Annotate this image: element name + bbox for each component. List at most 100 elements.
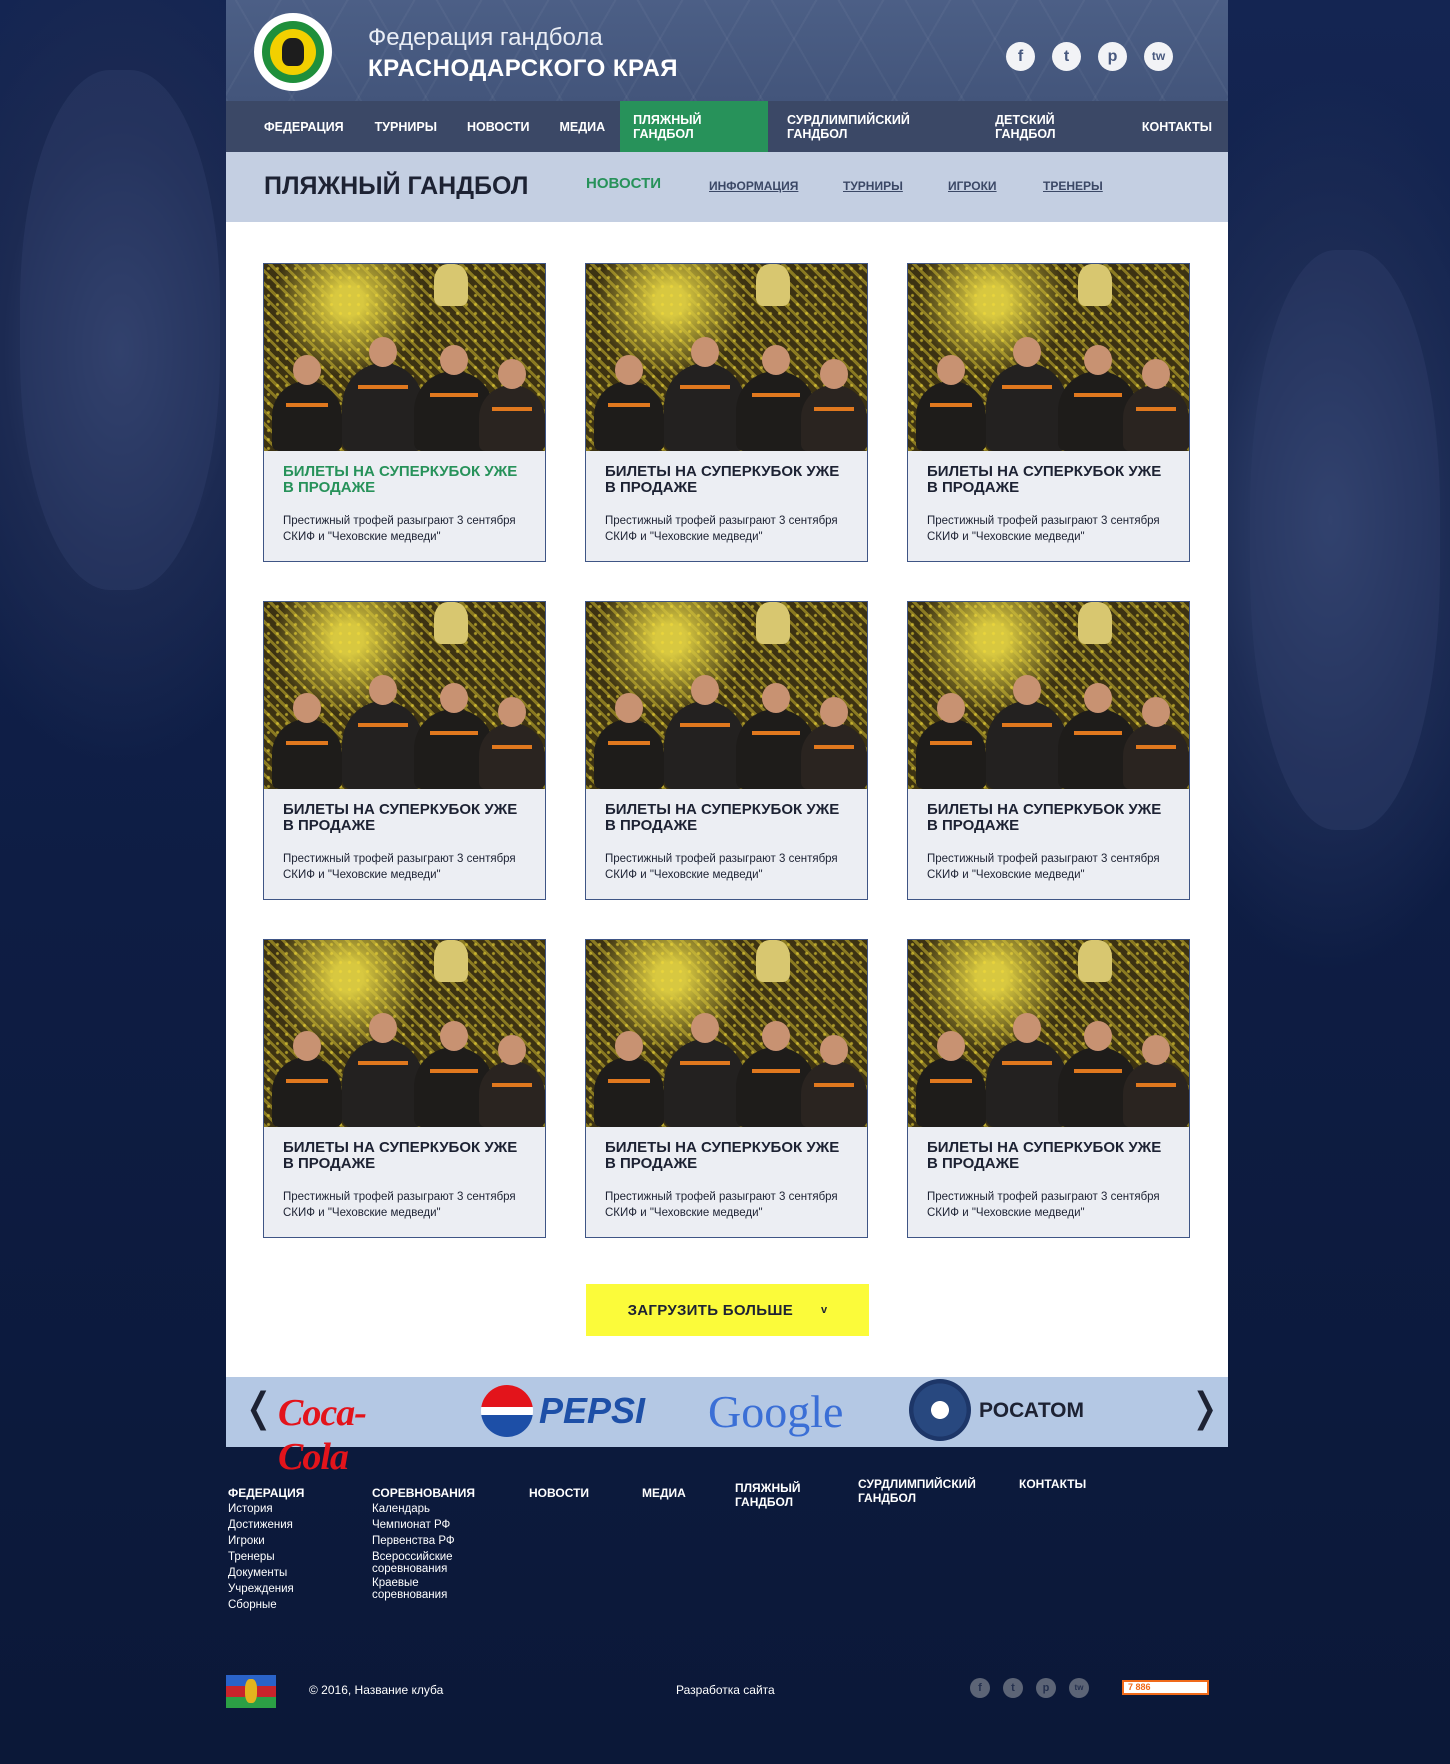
news-card[interactable]: БИЛЕТЫ НА СУПЕРКУБОК УЖЕ В ПРОДАЖЕ Прести…	[263, 939, 546, 1238]
news-description: Престижный трофей разыграют 3 сентября С…	[927, 853, 1160, 881]
federation-logo[interactable]	[254, 13, 332, 91]
section-title: ПЛЯЖНЫЙ ГАНДБОЛ	[264, 172, 529, 200]
footer-link[interactable]: Первенства РФ	[372, 1535, 472, 1547]
footer-link[interactable]: Игроки	[228, 1535, 328, 1547]
news-title[interactable]: БИЛЕТЫ НА СУПЕРКУБОК УЖЕ В ПРОДАЖЕ	[927, 464, 1175, 496]
footer-heading[interactable]: ФЕДЕРАЦИЯ	[228, 1486, 348, 1500]
nav-item-media[interactable]: МЕДИА	[545, 101, 621, 152]
footer-link[interactable]: Тренеры	[228, 1551, 328, 1563]
partners-carousel: ❬ Coca-Cola PEPSI Google РОСАТОМ ❭	[226, 1377, 1228, 1478]
subnav-coaches[interactable]: ТРЕНЕРЫ	[1043, 179, 1103, 193]
nav-item-news[interactable]: НОВОСТИ	[452, 101, 545, 152]
news-card[interactable]: БИЛЕТЫ НА СУПЕРКУБОК УЖЕ В ПРОДАЖЕ Прести…	[585, 263, 868, 562]
news-title[interactable]: БИЛЕТЫ НА СУПЕРКУБОК УЖЕ В ПРОДАЖЕ	[283, 1140, 531, 1172]
news-grid: ЗАГРУЗИТЬ БОЛЬШЕ v БИЛЕТЫ НА СУПЕРКУБОК …	[226, 222, 1228, 1377]
footer-link[interactable]: Календарь	[372, 1503, 472, 1515]
news-description: Престижный трофей разыграют 3 сентября С…	[605, 515, 838, 543]
news-photo[interactable]	[264, 940, 545, 1127]
footer-link[interactable]: Краевые соревнования	[372, 1577, 472, 1601]
news-title[interactable]: БИЛЕТЫ НА СУПЕРКУБОК УЖЕ В ПРОДАЖЕ	[605, 802, 853, 834]
footer-heading[interactable]: СОРЕВНОВАНИЯ	[372, 1486, 492, 1500]
footer-link[interactable]: Документы	[228, 1567, 328, 1579]
nav-item-beach-handball[interactable]: ПЛЯЖНЫЙ ГАНДБОЛ	[620, 101, 769, 152]
news-photo[interactable]	[586, 602, 867, 789]
footer-link[interactable]: Достижения	[228, 1519, 328, 1531]
tumblr-icon[interactable]: t	[1052, 42, 1081, 71]
news-card[interactable]: БИЛЕТЫ НА СУПЕРКУБОК УЖЕ В ПРОДАЖЕ Прести…	[907, 263, 1190, 562]
news-title[interactable]: БИЛЕТЫ НА СУПЕРКУБОК УЖЕ В ПРОДАЖЕ	[283, 464, 531, 496]
news-photo[interactable]	[908, 602, 1189, 789]
news-description: Престижный трофей разыграют 3 сентября С…	[927, 515, 1160, 543]
site-header: Федерация гандбола КРАСНОДАРСКОГО КРАЯ f…	[226, 0, 1228, 101]
player-silhouette-right	[1250, 250, 1440, 830]
footer-link[interactable]: Сборные	[228, 1599, 328, 1611]
partner-pepsi-logo[interactable]: PEPSI	[481, 1385, 681, 1439]
news-card[interactable]: БИЛЕТЫ НА СУПЕРКУБОК УЖЕ В ПРОДАЖЕ Прести…	[263, 601, 546, 900]
chevron-left-icon[interactable]: ❬	[242, 1385, 276, 1431]
footer-heading[interactable]: КОНТАКТЫ	[1019, 1477, 1119, 1491]
news-description: Престижный трофей разыграют 3 сентября С…	[283, 1191, 516, 1219]
nav-item-tournaments[interactable]: ТУРНИРЫ	[360, 101, 452, 152]
news-title[interactable]: БИЛЕТЫ НА СУПЕРКУБОК УЖЕ В ПРОДАЖЕ	[927, 1140, 1175, 1172]
partner-coca-cola-logo[interactable]: Coca-Cola	[278, 1391, 418, 1478]
news-photo[interactable]	[586, 940, 867, 1127]
load-more-button[interactable]: ЗАГРУЗИТЬ БОЛЬШЕ v	[586, 1284, 869, 1336]
footer-heading[interactable]: МЕДИА	[642, 1486, 722, 1500]
subnav-players[interactable]: ИГРОКИ	[948, 179, 997, 193]
section-subnav: ПЛЯЖНЫЙ ГАНДБОЛ НОВОСТИ ИНФОРМАЦИЯ ТУРНИ…	[226, 152, 1228, 222]
pepsi-globe-icon	[481, 1385, 533, 1437]
news-description: Престижный трофей разыграют 3 сентября С…	[927, 1191, 1160, 1219]
chevron-right-icon[interactable]: ❭	[1188, 1385, 1222, 1431]
news-description: Престижный трофей разыграют 3 сентября С…	[605, 853, 838, 881]
footer-heading[interactable]: НОВОСТИ	[529, 1486, 629, 1500]
news-card[interactable]: БИЛЕТЫ НА СУПЕРКУБОК УЖЕ В ПРОДАЖЕ Прести…	[585, 601, 868, 900]
footer-heading[interactable]: СУРДЛИМПИЙСКИЙ ГАНДБОЛ	[858, 1477, 998, 1505]
nav-item-contacts[interactable]: КОНТАКТЫ	[1126, 101, 1228, 152]
news-photo[interactable]	[586, 264, 867, 451]
pinterest-icon[interactable]: p	[1098, 42, 1127, 71]
news-title[interactable]: БИЛЕТЫ НА СУПЕРКУБОК УЖЕ В ПРОДАЖЕ	[927, 802, 1175, 834]
news-title[interactable]: БИЛЕТЫ НА СУПЕРКУБОК УЖЕ В ПРОДАЖЕ	[605, 464, 853, 496]
footer-link[interactable]: Учреждения	[228, 1583, 328, 1595]
footer-link[interactable]: Всероссийские соревнования	[372, 1551, 472, 1575]
site-title-line2: КРАСНОДАРСКОГО КРАЯ	[368, 55, 679, 82]
footer-link[interactable]: Чемпионат РФ	[372, 1519, 472, 1531]
player-silhouette-left	[20, 70, 220, 590]
footer-heading[interactable]: ПЛЯЖНЫЙ ГАНДБОЛ	[735, 1481, 825, 1509]
subnav-news[interactable]: НОВОСТИ	[586, 175, 661, 192]
footer-pinterest-icon[interactable]: p	[1036, 1678, 1056, 1698]
footer-twitter-icon[interactable]: tw	[1069, 1678, 1089, 1698]
subnav-tournaments[interactable]: ТУРНИРЫ	[843, 179, 903, 193]
footer-link[interactable]: История	[228, 1503, 328, 1515]
news-title[interactable]: БИЛЕТЫ НА СУПЕРКУБОК УЖЕ В ПРОДАЖЕ	[605, 1140, 853, 1172]
footer-facebook-icon[interactable]: f	[970, 1678, 990, 1698]
subnav-info[interactable]: ИНФОРМАЦИЯ	[709, 179, 798, 193]
news-photo[interactable]	[908, 264, 1189, 451]
load-more-label: ЗАГРУЗИТЬ БОЛЬШЕ	[627, 1301, 793, 1319]
news-title[interactable]: БИЛЕТЫ НА СУПЕРКУБОК УЖЕ В ПРОДАЖЕ	[283, 802, 531, 834]
chevron-down-icon: v	[821, 1304, 828, 1316]
partner-rosatom-logo[interactable]: РОСАТОМ	[909, 1379, 1109, 1443]
news-card[interactable]: БИЛЕТЫ НА СУПЕРКУБОК УЖЕ В ПРОДАЖЕ Прести…	[585, 939, 868, 1238]
page-container: Федерация гандбола КРАСНОДАРСКОГО КРАЯ f…	[226, 0, 1228, 1478]
developer-link[interactable]: Разработка сайта	[676, 1683, 775, 1697]
footer-tumblr-icon[interactable]: t	[1003, 1678, 1023, 1698]
nav-item-deaflympic-handball[interactable]: СУРДЛИМПИЙСКИЙ ГАНДБОЛ	[768, 101, 978, 152]
news-description: Престижный трофей разыграют 3 сентября С…	[283, 515, 516, 543]
news-photo[interactable]	[264, 602, 545, 789]
news-card[interactable]: БИЛЕТЫ НА СУПЕРКУБОК УЖЕ В ПРОДАЖЕ Прести…	[907, 601, 1190, 900]
partner-google-logo[interactable]: Google	[708, 1385, 883, 1439]
news-photo[interactable]	[264, 264, 545, 451]
rosatom-emblem-icon	[909, 1379, 971, 1441]
news-card[interactable]: БИЛЕТЫ НА СУПЕРКУБОК УЖЕ В ПРОДАЖЕ Прести…	[907, 939, 1190, 1238]
twitter-icon[interactable]: tw	[1144, 42, 1173, 71]
news-card[interactable]: БИЛЕТЫ НА СУПЕРКУБОК УЖЕ В ПРОДАЖЕ Прести…	[263, 263, 546, 562]
nav-item-kids-handball[interactable]: ДЕТСКИЙ ГАНДБОЛ	[978, 101, 1126, 152]
news-description: Престижный трофей разыграют 3 сентября С…	[283, 853, 516, 881]
news-photo[interactable]	[908, 940, 1189, 1127]
copyright-text: © 2016, Название клуба	[309, 1683, 444, 1697]
news-description: Престижный трофей разыграют 3 сентября С…	[605, 1191, 838, 1219]
developer-logo[interactable]: 7 886	[1122, 1680, 1209, 1695]
facebook-icon[interactable]: f	[1006, 42, 1035, 71]
nav-item-federation[interactable]: ФЕДЕРАЦИЯ	[226, 101, 360, 152]
